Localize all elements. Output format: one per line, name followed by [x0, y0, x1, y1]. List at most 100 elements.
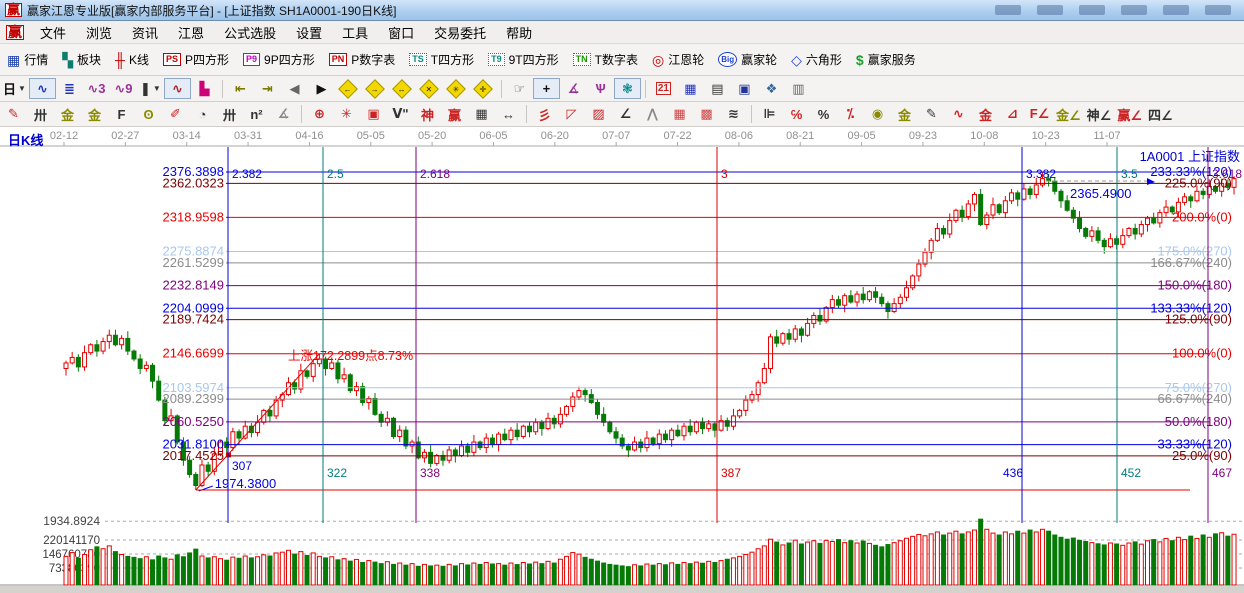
box-grid-tool[interactable]: ▣: [361, 105, 386, 124]
network-button[interactable]: ❖: [759, 79, 784, 98]
menu-文件[interactable]: 文件: [30, 21, 76, 44]
workstation-button[interactable]: ▥: [786, 79, 811, 98]
grid-123-tool[interactable]: ▦: [469, 105, 494, 124]
gold-grid-tool[interactable]: 金: [55, 105, 80, 124]
first-bar-button[interactable]: ⇤: [228, 79, 253, 98]
menu-工具[interactable]: 工具: [332, 21, 378, 44]
zoom-right-button[interactable]: →: [363, 79, 388, 98]
prev-bar-button[interactable]: ◀: [282, 79, 307, 98]
hexagon-button[interactable]: ◇六角形: [784, 44, 849, 75]
grid2-tool[interactable]: 卅: [217, 105, 242, 124]
span-arrows-tool[interactable]: ↔: [496, 105, 521, 124]
gann-wheel-button[interactable]: ◎江恩轮: [645, 44, 711, 75]
t-table-button[interactable]: TNT数字表: [566, 44, 645, 75]
p9-square-button[interactable]: P99P四方形: [236, 44, 322, 75]
menu-资讯[interactable]: 资讯: [122, 21, 168, 44]
gold-circle-tool[interactable]: ◉: [865, 105, 890, 124]
menu-交易委托[interactable]: 交易委托: [424, 21, 496, 44]
crosshair-button[interactable]: +: [534, 79, 559, 98]
sectors-button[interactable]: ▚板块: [55, 44, 108, 75]
titlebar-button[interactable]: [1079, 5, 1105, 15]
trident-tool-button[interactable]: Ѱ: [588, 79, 613, 98]
pan-hand-button[interactable]: ☞: [507, 79, 532, 98]
p-square-button[interactable]: PSP四方形: [156, 44, 236, 75]
note-tool-button[interactable]: ≣: [57, 79, 82, 98]
gold-angle-tool[interactable]: 金∠: [1054, 105, 1083, 124]
grid-tool[interactable]: 卅: [28, 105, 53, 124]
winner-wheel-button[interactable]: Big赢家轮: [711, 44, 784, 75]
menu-窗口[interactable]: 窗口: [378, 21, 424, 44]
angle-line-tool[interactable]: ∡: [271, 105, 296, 124]
compass-tool[interactable]: ✐: [163, 105, 188, 124]
menu-浏览[interactable]: 浏览: [76, 21, 122, 44]
percent5-tool[interactable]: ⁒: [838, 105, 863, 124]
chart-canvas[interactable]: 02-1202-2703-1403-3104-1605-0505-2006-05…: [0, 127, 1244, 593]
notepad-button[interactable]: ▤: [705, 79, 730, 98]
p-table-button[interactable]: PNP数字表: [322, 44, 403, 75]
shen-grid-tool[interactable]: 神: [415, 105, 440, 124]
ying-angle-tool[interactable]: 赢∠: [1115, 105, 1144, 124]
percent-line-tool[interactable]: ℅: [784, 105, 809, 124]
pencil-bars-tool[interactable]: ✎: [919, 105, 944, 124]
save-button[interactable]: ▣: [732, 79, 757, 98]
menu-江恩[interactable]: 江恩: [168, 21, 214, 44]
net-box-tool[interactable]: ▨: [586, 105, 611, 124]
n-square-tool[interactable]: n²: [244, 105, 269, 124]
titlebar-button[interactable]: [1205, 5, 1231, 15]
scribble-tool-button[interactable]: ❃: [615, 79, 640, 98]
wave9-tool-button[interactable]: ∿9: [111, 79, 136, 98]
t9-square-button[interactable]: T99T四方形: [481, 44, 566, 75]
fan-lines-tool[interactable]: 彡: [532, 105, 557, 124]
menu-设置[interactable]: 设置: [286, 21, 332, 44]
menu-公式选股[interactable]: 公式选股: [214, 21, 286, 44]
gold-levels2-tool[interactable]: 金: [973, 105, 998, 124]
percent-tool[interactable]: %: [811, 105, 836, 124]
red-grid-arrow-tool[interactable]: ▩: [694, 105, 719, 124]
zoom-out-button[interactable]: ✕: [417, 79, 442, 98]
red-grid-tool[interactable]: ▦: [667, 105, 692, 124]
angle-measure-button[interactable]: ∡: [561, 79, 586, 98]
wave-channel-tool[interactable]: ∿: [946, 105, 971, 124]
j-angle-tool[interactable]: ⊿: [1000, 105, 1025, 124]
titlebar-button[interactable]: [1163, 5, 1189, 15]
gann-circle-tool[interactable]: ◔: [190, 105, 215, 124]
period-day-dropdown[interactable]: 日▼: [1, 79, 28, 98]
zoom-fit-button[interactable]: ✳: [444, 79, 469, 98]
next-bar-button[interactable]: ▶: [309, 79, 334, 98]
brush-tool[interactable]: ✎: [1, 105, 26, 124]
target-tool[interactable]: ⊕: [307, 105, 332, 124]
titlebar-button[interactable]: [1037, 5, 1063, 15]
kline-button[interactable]: ╫K线: [108, 44, 156, 75]
shen-angle-tool[interactable]: 神∠: [1085, 105, 1114, 124]
star-grid-tool[interactable]: ✳: [334, 105, 359, 124]
wave-lines-tool[interactable]: ⋀: [640, 105, 665, 124]
winner-service-button[interactable]: $赢家服务: [849, 44, 923, 75]
calendar-button[interactable]: 21: [651, 79, 676, 98]
pattern-tool-button[interactable]: ∿: [165, 79, 190, 98]
angle-pencil-tool[interactable]: ∠: [613, 105, 638, 124]
spiral-tool[interactable]: ʘ: [136, 105, 161, 124]
last-bar-button[interactable]: ⇥: [255, 79, 280, 98]
gold-levels-tool[interactable]: 金: [892, 105, 917, 124]
histogram-tool-button[interactable]: ▙: [192, 79, 217, 98]
calculator-button[interactable]: ▦: [678, 79, 703, 98]
measure-tool[interactable]: ⊫: [757, 105, 782, 124]
ying-grid-tool[interactable]: 赢: [442, 105, 467, 124]
fibo-grid-tool[interactable]: F: [109, 105, 134, 124]
f-angle-tool[interactable]: F∠: [1027, 105, 1052, 124]
candle-style-dropdown[interactable]: ❚▼: [138, 79, 163, 98]
zoom-hfit-button[interactable]: ↔: [390, 79, 415, 98]
zigzag-tool-button[interactable]: ∿: [30, 79, 55, 98]
titlebar-button[interactable]: [995, 5, 1021, 15]
kquote-tool[interactable]: Ⅴʺ: [388, 105, 413, 124]
menu-帮助[interactable]: 帮助: [496, 21, 542, 44]
fan-box-tool[interactable]: ◸: [559, 105, 584, 124]
four-angle-tool[interactable]: 四∠: [1146, 105, 1175, 124]
wave3-tool-button[interactable]: ∿3: [84, 79, 109, 98]
zoom-in-button[interactable]: ✛: [471, 79, 496, 98]
gold-grid2-tool[interactable]: 金: [82, 105, 107, 124]
parallel-lines-tool[interactable]: ≋: [721, 105, 746, 124]
titlebar-button[interactable]: [1121, 5, 1147, 15]
quotes-button[interactable]: ▦行情: [0, 44, 55, 75]
zoom-left-button[interactable]: ←: [336, 79, 361, 98]
